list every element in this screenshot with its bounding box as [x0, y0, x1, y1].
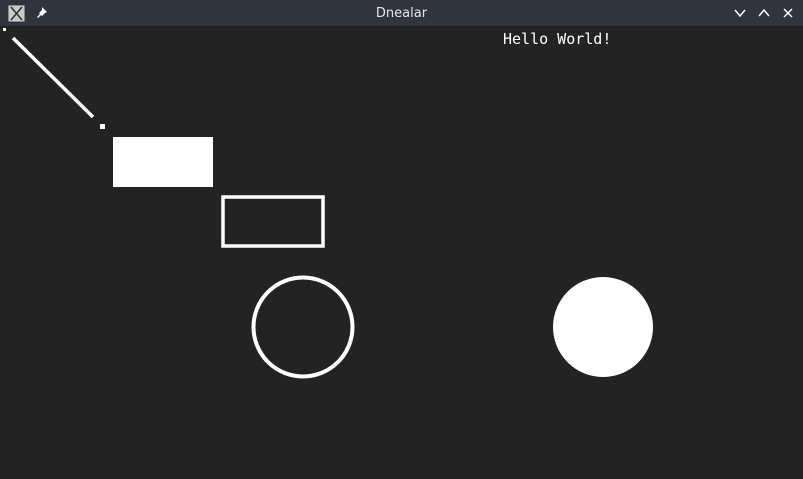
x11-icon: [8, 5, 25, 22]
drawing-canvas[interactable]: [0, 27, 803, 479]
close-button[interactable]: [780, 5, 796, 21]
maximize-button[interactable]: [756, 5, 772, 21]
close-icon: [783, 8, 793, 18]
drawing-surface: [3, 28, 653, 379]
title-bar[interactable]: Dnealar: [0, 0, 803, 27]
window-title: Dnealar: [375, 6, 428, 21]
diagonal-line: [11, 36, 95, 119]
outlined-circle: [251, 275, 355, 379]
outlined-rectangle: [221, 195, 325, 248]
hello-world-text: Hello World!: [503, 30, 612, 48]
app-window: Dnealar Hello World!: [0, 0, 803, 479]
point-top-left: [3, 28, 6, 31]
minimize-button[interactable]: [732, 5, 748, 21]
filled-rectangle: [113, 137, 213, 187]
filled-circle: [553, 277, 653, 377]
point-small: [100, 124, 105, 129]
pin-icon[interactable]: [33, 5, 49, 21]
chevron-down-icon: [734, 9, 746, 18]
chevron-up-icon: [758, 8, 770, 17]
